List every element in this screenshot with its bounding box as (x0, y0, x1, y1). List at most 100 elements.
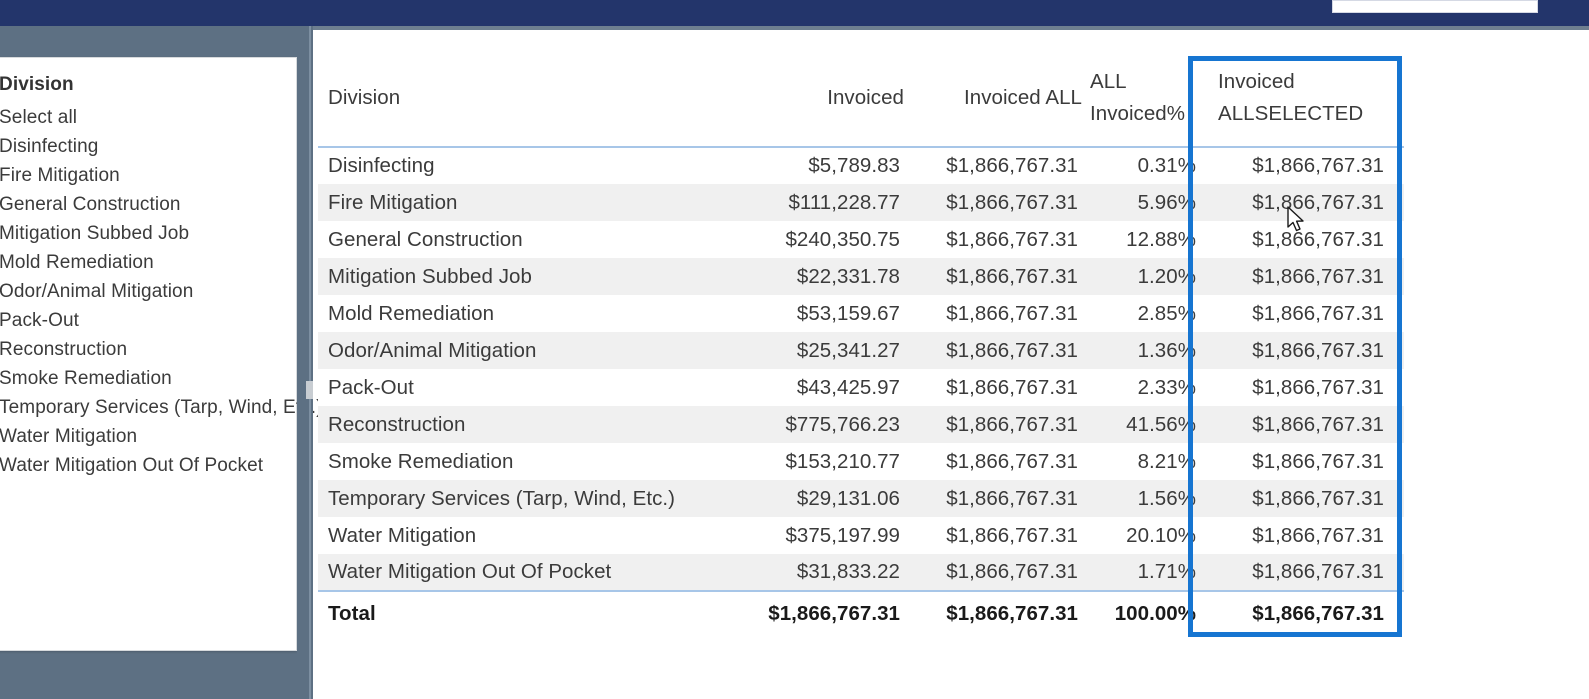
cell-all-invoiced-percent: 41.56% (1082, 406, 1204, 443)
cell-invoiced: $53,159.67 (796, 301, 900, 325)
cell-invoiced-all: $1,866,767.31 (946, 449, 1078, 473)
matrix-body: Disinfecting $5,789.83 $1,866,767.31 0.3… (318, 147, 1404, 635)
cell-invoiced-allselected: $1,866,767.31 (1204, 480, 1404, 517)
cell-invoiced-all: $1,866,767.31 (946, 301, 1078, 325)
cell-invoiced-all: $1,866,767.31 (946, 227, 1078, 251)
cell-invoiced-allselected: $1,866,767.31 (1204, 258, 1404, 295)
cell-invoiced-allselected: $1,866,767.31 (1252, 227, 1384, 251)
cell-invoiced-all: $1,866,767.31 (946, 375, 1078, 399)
table-row[interactable]: Odor/Animal Mitigation $25,341.27 $1,866… (318, 332, 1404, 369)
cell-division: Odor/Animal Mitigation (318, 332, 718, 369)
slicer-item-pack-out[interactable]: Pack-Out (0, 306, 298, 335)
matrix-header-row: Division Invoiced Invoiced ALL ALL Invoi… (318, 30, 1404, 148)
slicer-item-reconstruction[interactable]: Reconstruction (0, 335, 298, 364)
invoiced-matrix-table: Division Invoiced Invoiced ALL ALL Invoi… (318, 30, 1404, 635)
cell-division: Temporary Services (Tarp, Wind, Etc.) (318, 480, 718, 517)
column-header-invoiced-allselected[interactable]: Invoiced ALLSELECTED (1204, 30, 1404, 148)
slicer-item-disinfecting[interactable]: Disinfecting (0, 132, 298, 161)
cell-invoiced: $43,425.97 (796, 375, 900, 399)
table-row[interactable]: Water Mitigation Out Of Pocket $31,833.2… (318, 554, 1404, 591)
cell-invoiced-all: $1,866,767.31 (946, 523, 1078, 547)
cell-invoiced: $153,210.77 (785, 449, 900, 473)
cell-all-invoiced-percent: 2.33% (1137, 375, 1196, 399)
column-header-division[interactable]: Division (318, 30, 718, 148)
division-slicer-list: Division Select all Disinfecting Fire Mi… (0, 58, 323, 480)
cell-total-invoiced-all: $1,866,767.31 (904, 590, 1082, 635)
matrix-header: Division Invoiced Invoiced ALL ALL Invoi… (318, 30, 1404, 148)
cell-division: Pack-Out (328, 375, 414, 399)
slicer-item-smoke-remediation[interactable]: Smoke Remediation (0, 364, 298, 393)
cell-all-invoiced-percent: 1.71% (1082, 554, 1204, 591)
cell-invoiced-allselected: $1,866,767.31 (1252, 154, 1384, 177)
cell-invoiced-allselected: $1,866,767.31 (1204, 184, 1404, 221)
cell-invoiced-allselected: $1,866,767.31 (1252, 375, 1384, 399)
table-row[interactable]: General Construction $240,350.75 $1,866,… (318, 221, 1404, 258)
cell-division: Disinfecting (328, 154, 435, 177)
table-row[interactable]: Water Mitigation $375,197.99 $1,866,767.… (318, 517, 1404, 554)
table-row[interactable]: Reconstruction $775,766.23 $1,866,767.31… (318, 406, 1404, 443)
cell-invoiced-all: $1,866,767.31 (904, 406, 1082, 443)
column-header-invoiced[interactable]: Invoiced (718, 30, 904, 148)
slicer-item-mitigation-subbed-job[interactable]: Mitigation Subbed Job (0, 219, 298, 248)
cell-total-label: Total (318, 590, 718, 635)
cell-all-invoiced-percent: 1.56% (1082, 480, 1204, 517)
column-header-all-invoiced-percent[interactable]: ALL Invoiced% (1082, 30, 1204, 148)
cell-division: Smoke Remediation (328, 449, 514, 473)
table-row[interactable]: Disinfecting $5,789.83 $1,866,767.31 0.3… (318, 147, 1404, 184)
cell-invoiced-all: $1,866,767.31 (904, 258, 1082, 295)
slicer-item-general-construction[interactable]: General Construction (0, 190, 298, 219)
cell-invoiced: $5,789.83 (808, 154, 900, 177)
cell-invoiced: $375,197.99 (785, 523, 900, 547)
cell-invoiced-all: $1,866,767.31 (946, 154, 1078, 177)
cell-invoiced-all: $1,866,767.31 (904, 554, 1082, 591)
report-canvas: Division Select all Disinfecting Fire Mi… (0, 26, 1589, 699)
cell-division: Reconstruction (318, 406, 718, 443)
division-slicer-panel[interactable]: Division Select all Disinfecting Fire Mi… (0, 57, 323, 651)
cell-invoiced: $22,331.78 (718, 258, 904, 295)
cell-division: Fire Mitigation (318, 184, 718, 221)
visual-resize-handle-left[interactable] (306, 381, 313, 399)
cell-invoiced-all: $1,866,767.31 (904, 332, 1082, 369)
cell-invoiced: $240,350.75 (785, 227, 900, 251)
table-row[interactable]: Mitigation Subbed Job $22,331.78 $1,866,… (318, 258, 1404, 295)
cell-invoiced-allselected: $1,866,767.31 (1204, 406, 1404, 443)
cell-invoiced-all: $1,866,767.31 (904, 480, 1082, 517)
column-header-invoiced-all[interactable]: Invoiced ALL (904, 30, 1082, 148)
table-row[interactable]: Fire Mitigation $111,228.77 $1,866,767.3… (318, 184, 1404, 221)
slicer-title: Division (0, 74, 74, 95)
slicer-item-fire-mitigation[interactable]: Fire Mitigation (0, 161, 298, 190)
table-row[interactable]: Mold Remediation $53,159.67 $1,866,767.3… (318, 295, 1404, 332)
cell-total-all-invoiced-percent: 100.00% (1082, 590, 1204, 635)
slicer-item-odor-animal-mitigation[interactable]: Odor/Animal Mitigation (0, 277, 298, 306)
cell-invoiced-allselected: $1,866,767.31 (1252, 301, 1384, 325)
table-row[interactable]: Smoke Remediation $153,210.77 $1,866,767… (318, 443, 1404, 480)
cell-invoiced-all: $1,866,767.31 (904, 184, 1082, 221)
cell-all-invoiced-percent: 5.96% (1082, 184, 1204, 221)
cell-division: Water Mitigation Out Of Pocket (318, 554, 718, 591)
slicer-item-water-mitigation-out-of-pocket[interactable]: Water Mitigation Out Of Pocket (0, 451, 298, 480)
application-title-bar (0, 0, 1589, 26)
cell-invoiced-allselected: $1,866,767.31 (1204, 332, 1404, 369)
slicer-item-temporary-services[interactable]: Temporary Services (Tarp, Wind, Etc.) (0, 393, 323, 422)
cell-total-invoiced-allselected: $1,866,767.31 (1204, 590, 1404, 635)
cell-invoiced: $25,341.27 (718, 332, 904, 369)
cell-all-invoiced-percent: 20.10% (1126, 523, 1196, 547)
cell-division: Mold Remediation (328, 301, 495, 325)
cell-all-invoiced-percent: 12.88% (1126, 227, 1196, 251)
slicer-item-mold-remediation[interactable]: Mold Remediation (0, 248, 298, 277)
title-bar-input-field[interactable] (1332, 0, 1538, 13)
slicer-item-select-all[interactable]: Select all (0, 103, 298, 132)
cell-division: Water Mitigation (328, 523, 477, 547)
cell-division: General Construction (328, 227, 523, 251)
table-row[interactable]: Temporary Services (Tarp, Wind, Etc.) $2… (318, 480, 1404, 517)
cell-invoiced: $775,766.23 (718, 406, 904, 443)
invoiced-matrix-visual[interactable]: Division Invoiced Invoiced ALL ALL Invoi… (318, 30, 1404, 635)
cell-total-invoiced: $1,866,767.31 (718, 590, 904, 635)
cell-invoiced-allselected: $1,866,767.31 (1252, 523, 1384, 547)
table-row[interactable]: Pack-Out $43,425.97 $1,866,767.31 2.33% … (318, 369, 1404, 406)
cell-all-invoiced-percent: 0.31% (1137, 154, 1196, 177)
table-total-row[interactable]: Total $1,866,767.31 $1,866,767.31 100.00… (318, 590, 1404, 635)
cell-invoiced: $29,131.06 (718, 480, 904, 517)
cell-all-invoiced-percent: 1.36% (1082, 332, 1204, 369)
slicer-item-water-mitigation[interactable]: Water Mitigation (0, 422, 298, 451)
